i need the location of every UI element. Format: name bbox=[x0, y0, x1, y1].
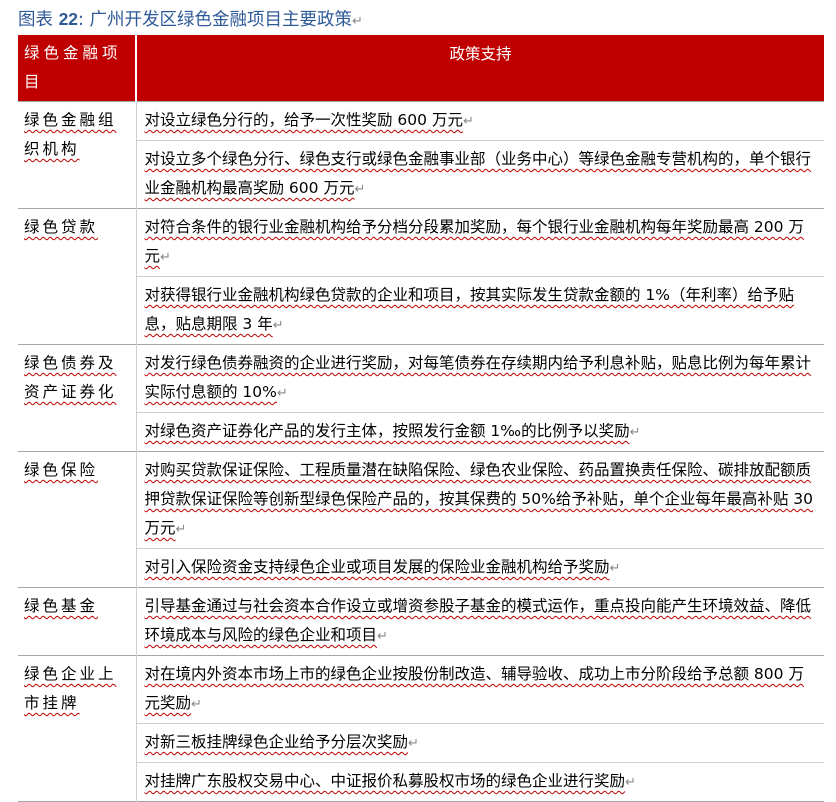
policy-cell: 对设立绿色分行的，给予一次性奖励 600 万元↵ bbox=[136, 101, 824, 141]
table-body: 绿色金融组织机构 对设立绿色分行的，给予一次性奖励 600 万元↵ 对设立多个绿色分… bbox=[18, 101, 824, 802]
category-cell: 绿色贷款 bbox=[18, 208, 137, 345]
paragraph-mark-icon: ↵ bbox=[462, 114, 474, 129]
policy-text: 对设立绿色分行的，给予一次性奖励 600 万元 bbox=[144, 111, 463, 129]
policy-cell: 对购买贷款保证保险、工程质量潜在缺陷保险、绿色农业保险、药品置换责任保险、碳排放… bbox=[136, 451, 824, 549]
paragraph-mark-icon: ↵ bbox=[629, 425, 641, 440]
table-row: 对挂牌广东股权交易中心、中证报价私募股权市场的绿色企业进行奖励↵ bbox=[18, 762, 824, 802]
category-label: 绿色企业上市挂牌 bbox=[24, 665, 117, 712]
policy-cell: 对获得银行业金融机构绿色贷款的企业和项目，按其实际发生贷款金额的 1%（年利率）… bbox=[136, 276, 824, 345]
table-row: 对引入保险资金支持绿色企业或项目发展的保险业金融机构给予奖励↵ bbox=[18, 548, 824, 588]
table-row: 对绿色资产证券化产品的发行主体，按照发行金额 1‰的比例予以奖励↵ bbox=[18, 412, 824, 452]
table-row: 绿色保险 对购买贷款保证保险、工程质量潜在缺陷保险、绿色农业保险、药品置换责任保险… bbox=[18, 451, 824, 588]
table-row: 绿色基金 引导基金通过与社会资本合作设立或增资参股子基金的模式运作，重点投向能产生… bbox=[18, 587, 824, 656]
paragraph-mark-icon: ↵ bbox=[191, 697, 202, 712]
figure-title-text: : 广州开发区绿色金融项目主要政策 bbox=[78, 10, 353, 30]
table-row: 绿色金融组织机构 对设立绿色分行的，给予一次性奖励 600 万元↵ bbox=[18, 101, 824, 209]
policy-text: 对获得银行业金融机构绿色贷款的企业和项目，按其实际发生贷款金额的 1%（年利率）… bbox=[144, 286, 795, 333]
paragraph-mark-icon: ↵ bbox=[272, 318, 284, 333]
policy-text: 对在境内外资本市场上市的绿色企业按股份制改造、辅导验收、成功上市分阶段给予总额 … bbox=[144, 665, 804, 712]
header-category: 绿色金融项目 bbox=[18, 35, 137, 102]
policy-text: 对购买贷款保证保险、工程质量潜在缺陷保险、绿色农业保险、药品置换责任保险、碳排放… bbox=[144, 461, 814, 537]
table-row: 绿色贷款 对符合条件的银行业金融机构给予分档分段累加奖励，每个银行业金融机构每年奖… bbox=[18, 208, 824, 345]
figure-title: 图表 22: 广州开发区绿色金融项目主要政策↵ bbox=[18, 4, 363, 34]
category-label: 绿色基金 bbox=[24, 597, 99, 615]
table-row: 绿色债券及资产证券化 对发行绿色债券融资的企业进行奖励，对每笔债券在存续期内给予利… bbox=[18, 344, 824, 452]
paragraph-mark-icon: ↵ bbox=[354, 182, 366, 197]
policy-cell: 对在境内外资本市场上市的绿色企业按股份制改造、辅导验收、成功上市分阶段给予总额 … bbox=[136, 655, 824, 724]
policy-table: 绿色金融项目 政策支持 绿色金融组织机构 对设立绿色分行的，给予一次性奖励 600… bbox=[18, 35, 824, 802]
paragraph-mark-icon: ↵ bbox=[352, 14, 363, 29]
category-label: 绿色贷款 bbox=[24, 218, 99, 236]
category-cell: 绿色基金 bbox=[18, 587, 137, 656]
table-row: 对设立多个绿色分行、绿色支行或绿色金融事业部（业务中心）等绿色金融专营机构的，单… bbox=[18, 140, 824, 209]
policy-cell: 引导基金通过与社会资本合作设立或增资参股子基金的模式运作，重点投向能产生环境效益… bbox=[136, 587, 824, 656]
policy-text: 对绿色资产证券化产品的发行主体，按照发行金额 1‰的比例予以奖励 bbox=[144, 422, 630, 440]
paragraph-mark-icon: ↵ bbox=[160, 250, 171, 265]
policy-text: 对设立多个绿色分行、绿色支行或绿色金融事业部（业务中心）等绿色金融专营机构的，单… bbox=[144, 150, 812, 197]
table-header-row: 绿色金融项目 政策支持 bbox=[18, 35, 824, 102]
policy-text: 对新三板挂牌绿色企业给予分层次奖励 bbox=[144, 733, 409, 751]
policy-cell: 对符合条件的银行业金融机构给予分档分段累加奖励，每个银行业金融机构每年奖励最高 … bbox=[136, 208, 824, 277]
policy-cell: 对设立多个绿色分行、绿色支行或绿色金融事业部（业务中心）等绿色金融专营机构的，单… bbox=[136, 140, 824, 209]
category-cell: 绿色企业上市挂牌 bbox=[18, 655, 137, 802]
table-row: 绿色企业上市挂牌 对在境内外资本市场上市的绿色企业按股份制改造、辅导验收、成功上市… bbox=[18, 655, 824, 802]
category-cell: 绿色债券及资产证券化 bbox=[18, 344, 137, 452]
figure-number: 22 bbox=[58, 9, 79, 29]
paragraph-mark-icon: ↵ bbox=[609, 561, 621, 576]
table-row: 对新三板挂牌绿色企业给予分层次奖励↵ bbox=[18, 723, 824, 763]
paragraph-mark-icon: ↵ bbox=[175, 522, 187, 537]
policy-text: 对挂牌广东股权交易中心、中证报价私募股权市场的绿色企业进行奖励 bbox=[144, 772, 626, 790]
policy-text: 对引入保险资金支持绿色企业或项目发展的保险业金融机构给予奖励 bbox=[144, 558, 610, 576]
category-label: 绿色债券及资产证券化 bbox=[24, 354, 117, 401]
category-label: 绿色保险 bbox=[24, 461, 99, 479]
category-cell: 绿色金融组织机构 bbox=[18, 101, 137, 209]
paragraph-mark-icon: ↵ bbox=[408, 736, 419, 751]
figure-title-prefix: 图表 bbox=[18, 10, 59, 30]
header-policy: 政策支持 bbox=[136, 35, 824, 102]
policy-cell: 对绿色资产证券化产品的发行主体，按照发行金额 1‰的比例予以奖励↵ bbox=[136, 412, 824, 452]
category-cell: 绿色保险 bbox=[18, 451, 137, 588]
paragraph-mark-icon: ↵ bbox=[625, 775, 636, 790]
policy-cell: 对新三板挂牌绿色企业给予分层次奖励↵ bbox=[136, 723, 824, 763]
paragraph-mark-icon: ↵ bbox=[276, 386, 288, 401]
table-row: 对获得银行业金融机构绿色贷款的企业和项目，按其实际发生贷款金额的 1%（年利率）… bbox=[18, 276, 824, 345]
policy-text: 对符合条件的银行业金融机构给予分档分段累加奖励，每个银行业金融机构每年奖励最高 … bbox=[144, 218, 804, 265]
policy-cell: 对发行绿色债券融资的企业进行奖励，对每笔债券在存续期内给予利息补贴，贴息比例为每… bbox=[136, 344, 824, 413]
category-label: 绿色金融组织机构 bbox=[24, 111, 117, 158]
policy-text: 对发行绿色债券融资的企业进行奖励，对每笔债券在存续期内给予利息补贴，贴息比例为每… bbox=[144, 354, 812, 401]
policy-cell: 对挂牌广东股权交易中心、中证报价私募股权市场的绿色企业进行奖励↵ bbox=[136, 762, 824, 802]
policy-cell: 对引入保险资金支持绿色企业或项目发展的保险业金融机构给予奖励↵ bbox=[136, 548, 824, 588]
paragraph-mark-icon: ↵ bbox=[377, 629, 388, 644]
policy-text: 引导基金通过与社会资本合作设立或增资参股子基金的模式运作，重点投向能产生环境效益… bbox=[144, 597, 812, 644]
